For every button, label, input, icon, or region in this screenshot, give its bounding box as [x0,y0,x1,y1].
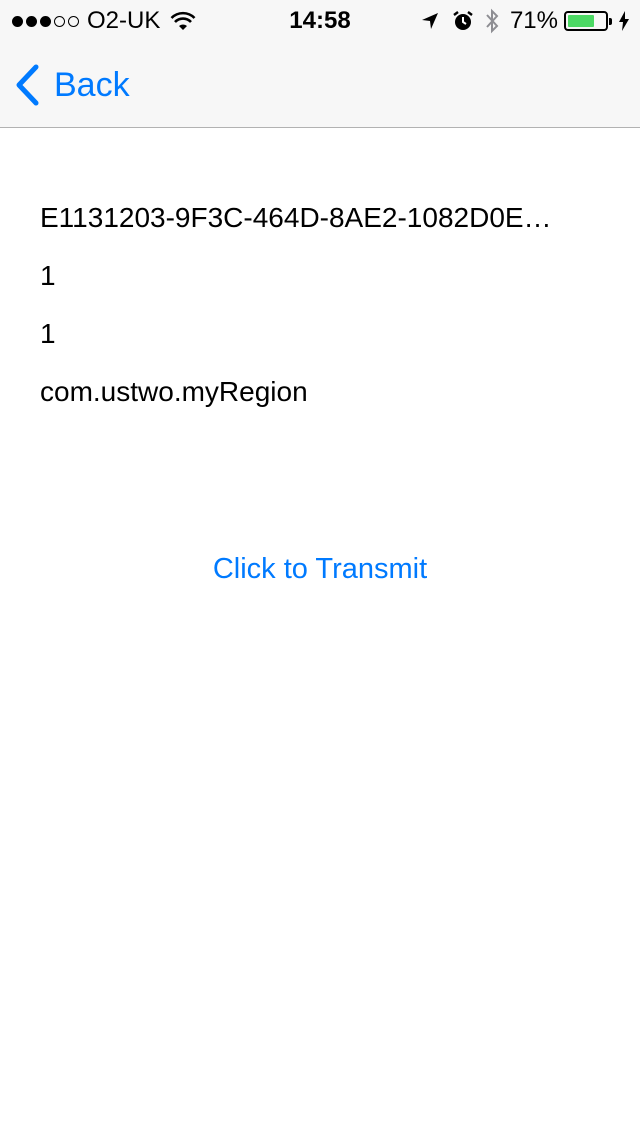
chevron-left-icon [16,64,39,106]
wifi-icon [170,11,196,30]
battery-icon [564,11,612,31]
beacon-uuid: E1131203-9F3C-464D-8AE2-1082D0E… [40,202,552,233]
beacon-minor: 1 [40,318,56,349]
signal-dot [26,15,37,27]
signal-dot [12,15,23,27]
alarm-clock-icon [453,11,473,30]
status-left: O2-UK [12,7,196,35]
status-right: 71% [420,7,630,35]
navigation-bar: Back [0,40,640,128]
location-arrow-icon [421,13,438,29]
back-label: Back [54,65,130,104]
transmit-button[interactable]: Click to Transmit [0,545,640,593]
signal-dot [68,15,79,27]
beacon-details: E1131203-9F3C-464D-8AE2-1082D0E… 1 1 com… [40,190,610,422]
beacon-identifier: com.ustwo.myRegion [40,376,308,407]
bluetooth-icon [486,8,499,34]
carrier-name: O2-UK [87,7,161,34]
battery-fill [568,15,594,27]
status-bar: O2-UK 14:58 71% [0,0,640,40]
charging-bolt-icon [619,11,629,31]
back-button[interactable]: Back [14,64,130,106]
battery-percent: 71% [509,7,558,34]
beacon-major: 1 [40,260,56,291]
signal-dot [54,15,65,27]
signal-dot [40,15,51,27]
signal-strength-icon [12,15,79,27]
